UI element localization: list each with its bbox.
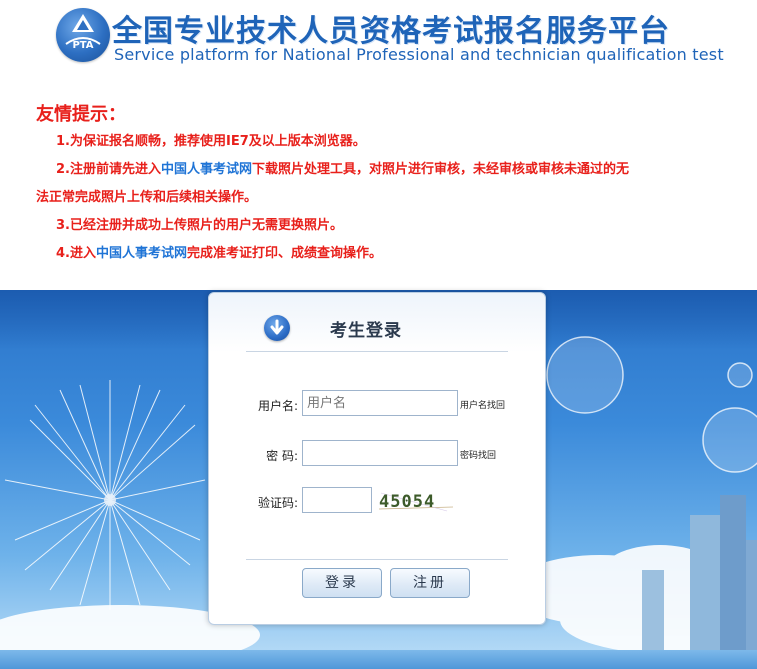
footer-bar: [0, 650, 757, 669]
panel-divider-bottom: [246, 559, 508, 560]
notice-item-3: 3.已经注册并成功上传照片的用户无需更换照片。: [56, 218, 343, 233]
notice-item-4: 4.进入中国人事考试网完成准考证打印、成绩查询操作。: [56, 246, 383, 261]
renshi-exam-link[interactable]: 中国人事考试网: [161, 162, 252, 177]
notice-item-2: 2.注册前请先进入中国人事考试网下载照片处理工具，对照片进行审核，未经审核或审核…: [56, 162, 630, 177]
pta-logo: PTA: [56, 8, 110, 62]
site-title: 全国专业技术人员资格考试报名服务平台: [112, 14, 670, 49]
login-button[interactable]: 登录: [302, 568, 382, 598]
site-subtitle: Service platform for National Profession…: [114, 45, 724, 64]
username-recover-link[interactable]: 用户名找回: [460, 398, 505, 411]
register-button[interactable]: 注册: [390, 568, 470, 598]
username-input[interactable]: [302, 390, 458, 416]
arrow-down-circle-icon: [264, 315, 290, 341]
notice-title: 友情提示：: [36, 104, 126, 125]
captcha-image[interactable]: 45054: [377, 487, 455, 513]
notice-section: 友情提示： 1.为保证报名顺畅，推荐使用IE7及以上版本浏览器。 2.注册前请先…: [36, 100, 736, 268]
password-input[interactable]: [302, 440, 458, 466]
password-label: 密 码:: [266, 449, 298, 463]
pta-logo-icon: PTA: [65, 14, 101, 51]
svg-text:PTA: PTA: [72, 40, 93, 51]
panel-divider-top: [246, 351, 508, 352]
username-label: 用户名:: [257, 399, 298, 413]
bubbles: [546, 336, 757, 473]
captcha-label: 验证码:: [257, 496, 298, 510]
captcha-text: 45054: [379, 492, 435, 512]
buildings: [642, 495, 757, 655]
notice-item-2-cont: 法正常完成照片上传和后续相关操作。: [36, 190, 258, 205]
password-recover-link[interactable]: 密码找回: [460, 448, 496, 461]
notice-list: 1.为保证报名顺畅，推荐使用IE7及以上版本浏览器。 2.注册前请先进入中国人事…: [36, 128, 736, 268]
site-header: PTA 全国专业技术人员资格考试报名服务平台 Service platform …: [0, 0, 757, 80]
notice-item-1: 1.为保证报名顺畅，推荐使用IE7及以上版本浏览器。: [56, 134, 366, 149]
captcha-input[interactable]: [302, 487, 372, 513]
renshi-exam-link[interactable]: 中国人事考试网: [96, 246, 187, 261]
dandelion: [4, 380, 206, 610]
login-title: 考生登录: [330, 321, 402, 341]
